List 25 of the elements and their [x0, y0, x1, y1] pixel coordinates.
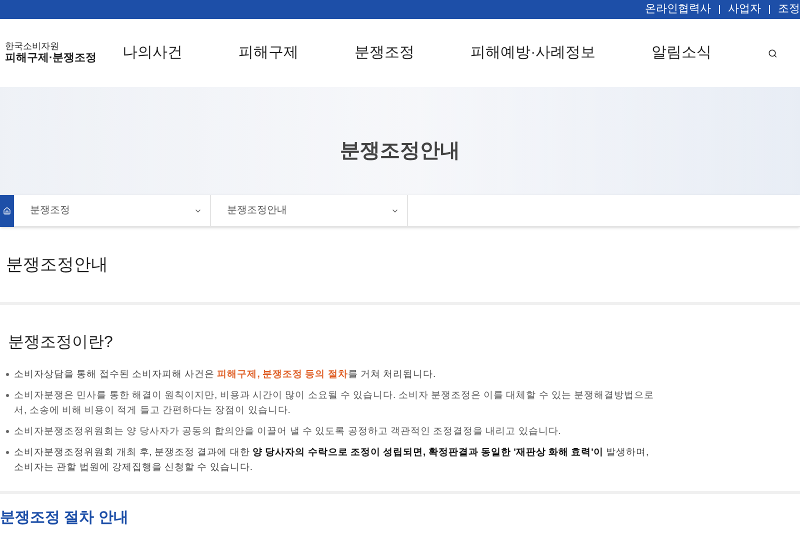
top-link[interactable]: 조정	[778, 1, 800, 18]
breadcrumb-dropdown[interactable]: 분쟁조정안내	[211, 194, 408, 226]
nav-item[interactable]: 분쟁조정	[354, 42, 415, 64]
bullet-text: 소비자상담을 통해 접수된 소비자피해 사건은 피해구제, 분쟁조정 등의 절차를 거쳐 처리됩니다.	[14, 368, 436, 382]
nav-item[interactable]: 알림소식	[652, 42, 712, 64]
logo[interactable]: 한국소비자원 피해구제·분쟁조정	[0, 40, 97, 66]
nav-item[interactable]: 나의사건	[122, 42, 183, 64]
hero-title: 분쟁조정안내	[340, 139, 460, 164]
section-heading: 분쟁조정이란?	[7, 333, 114, 353]
section-heading: 분쟁조정 절차 안내	[0, 509, 128, 526]
bullet-icon	[6, 373, 9, 376]
top-link[interactable]: 온라인협력사	[645, 1, 711, 18]
bullet-icon	[6, 430, 9, 433]
home-icon	[3, 206, 11, 214]
nav-item[interactable]: 피해예방·사례정보	[470, 42, 596, 64]
bullet-icon	[6, 394, 9, 397]
nav-item[interactable]: 피해구제	[238, 42, 299, 64]
breadcrumb-dropdown[interactable]: 분쟁조정	[14, 194, 211, 226]
bullet-icon	[6, 451, 9, 454]
bullet-text: 소비자분쟁은 민사를 통한 해결이 원칙이지만, 비용과 시간이 많이 소요될 수 있습니다. 소비자 분쟁조정은 이를 대체할 수 있는 분쟁해결방법으로서, 소송에 비해 비용이 적게 들고 간편하다는 장점이 있습니다.	[14, 389, 656, 418]
top-link[interactable]: 사업자	[728, 1, 761, 18]
page-title: 분쟁조정안내	[5, 254, 108, 276]
bullet-text: 소비자분쟁조정위원회는 양 당사자가 공동의 합의안을 이끌어 낼 수 있도록 공정하고 객관적인 조정결정을 내리고 있습니다.	[14, 425, 561, 439]
home-button[interactable]	[0, 194, 14, 226]
bullet-text: 소비자분쟁조정위원회 개최 후, 분쟁조정 결과에 대한 양 당사자의 수락으로 조정이 성립되면, 확정판결과 동일한 '재판상 화해 효력'이 발생하며, 소비자는 관할 법원에 강제집행을 신청할 수 있습니다.	[14, 446, 650, 475]
